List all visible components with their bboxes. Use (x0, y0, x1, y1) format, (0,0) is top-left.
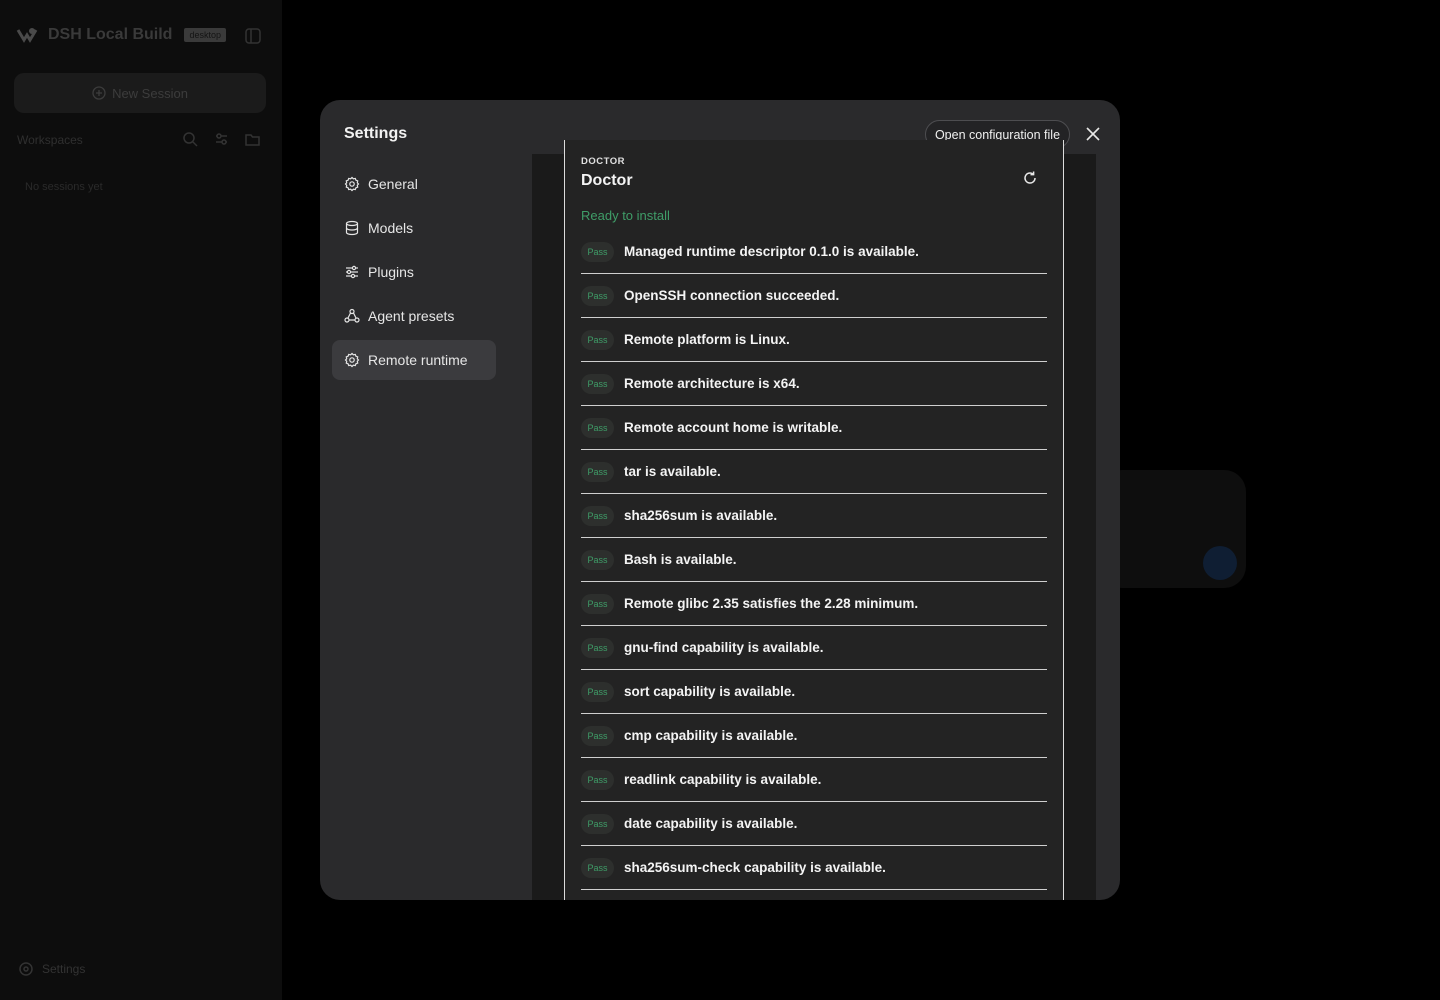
pass-badge: Pass (581, 725, 614, 746)
pass-badge: Pass (581, 593, 614, 614)
pass-badge: Pass (581, 417, 614, 438)
check-row: Pass cmp capability is available. (581, 714, 1047, 758)
brand-name: DSH Local Build (48, 26, 173, 43)
check-row: Pass sort capability is available. (581, 670, 1047, 714)
nav-item-label: Models (368, 220, 414, 236)
workspace-actions (182, 131, 261, 148)
check-row: Pass Remote platform is Linux. (581, 318, 1047, 362)
brand-badge: desktop (184, 28, 226, 42)
close-icon (1086, 127, 1100, 141)
pass-badge: Pass (581, 285, 614, 306)
check-text: readlink capability is available. (624, 772, 822, 787)
check-text: gnu-find capability is available. (624, 640, 824, 655)
check-row: Pass Managed runtime descriptor 0.1.0 is … (581, 230, 1047, 274)
pass-badge: Pass (581, 373, 614, 394)
check-text: tar is available. (624, 464, 721, 479)
new-session-button[interactable]: New Session (14, 73, 266, 113)
sidebar-settings-label: Settings (42, 962, 86, 976)
check-row: Pass Remote glibc 2.35 satisfies the 2.28… (581, 582, 1047, 626)
check-text: sha256sum is available. (624, 508, 778, 523)
brand-logo-icon (16, 28, 38, 43)
database-icon (344, 220, 360, 236)
plus-circle-icon (92, 86, 106, 100)
pass-badge: Pass (581, 549, 614, 570)
check-text: Remote platform is Linux. (624, 332, 790, 347)
settings-content[interactable]: Doctor Doctor Ready to install Pass Manag… (532, 140, 1096, 900)
pass-badge: Pass (581, 681, 614, 702)
check-text: Remote glibc 2.35 satisfies the 2.28 min… (624, 596, 919, 611)
workspaces-heading: Workspaces (17, 133, 83, 147)
check-text: cmp capability is available. (624, 728, 798, 743)
close-button[interactable] (1083, 124, 1103, 144)
send-button (1203, 546, 1237, 580)
pass-badge: Pass (581, 241, 614, 262)
check-text: OpenSSH connection succeeded. (624, 288, 840, 303)
check-row: Pass Remote architecture is x64. (581, 362, 1047, 406)
pass-badge: Pass (581, 637, 614, 658)
new-folder-icon[interactable] (244, 131, 261, 148)
gear-icon (19, 962, 33, 976)
nav-item-general[interactable]: General (332, 164, 496, 204)
check-text: Bash is available. (624, 552, 737, 567)
doctor-status: Ready to install (581, 208, 670, 223)
card-title: Doctor (581, 172, 633, 189)
gear-icon (344, 176, 360, 192)
nav-item-plugins[interactable]: Plugins (332, 252, 496, 292)
check-text: date capability is available. (624, 816, 798, 831)
presets-icon (344, 308, 360, 324)
nav-item-remote-runtime[interactable]: Remote runtime (332, 340, 496, 380)
check-text: sha256sum-check capability is available. (624, 860, 886, 875)
nav-item-label: Agent presets (368, 308, 455, 324)
settings-modal: Settings Open configuration file General (320, 100, 1120, 900)
filter-icon[interactable] (213, 131, 230, 148)
gear-icon (344, 352, 360, 368)
nav-item-agent-presets[interactable]: Agent presets (332, 296, 496, 336)
check-row: Pass date capability is available. (581, 802, 1047, 846)
pass-badge: Pass (581, 769, 614, 790)
check-text: Remote account home is writable. (624, 420, 843, 435)
pass-badge: Pass (581, 329, 614, 350)
card-eyebrow: Doctor (581, 156, 625, 167)
check-row: Pass OpenSSH connection succeeded. (581, 274, 1047, 318)
sidebar-toggle-icon[interactable] (244, 27, 262, 45)
modal-title: Settings (344, 125, 408, 142)
pass-badge: Pass (581, 505, 614, 526)
nav-item-models[interactable]: Models (332, 208, 496, 248)
search-icon[interactable] (182, 131, 199, 148)
empty-sessions-text: No sessions yet (25, 181, 103, 193)
check-row: Pass readlink capability is available. (581, 758, 1047, 802)
app-sidebar: DSH Local Build desktop New Session Work… (0, 0, 282, 1000)
pass-badge: Pass (581, 857, 614, 878)
refresh-icon (1024, 171, 1036, 184)
check-row: Pass sha256sum-check capability is availa… (581, 846, 1047, 890)
brand: DSH Local Build desktop (16, 26, 226, 44)
sidebar-settings-button[interactable]: Settings (18, 961, 85, 977)
check-row: Pass gnu-find capability is available. (581, 626, 1047, 670)
nav-item-label: General (368, 176, 418, 192)
check-text: Managed runtime descriptor 0.1.0 is avai… (624, 244, 919, 259)
nav-item-label: Plugins (368, 264, 414, 280)
settings-nav: General Models Plugins Agent presets Rem… (332, 164, 496, 384)
check-row: Pass Remote account home is writable. (581, 406, 1047, 450)
new-session-label: New Session (112, 85, 188, 101)
nav-item-label: Remote runtime (368, 352, 468, 368)
check-list: Pass Managed runtime descriptor 0.1.0 is … (581, 230, 1047, 890)
check-row: Pass sha256sum is available. (581, 494, 1047, 538)
check-text: Remote architecture is x64. (624, 376, 800, 391)
pass-badge: Pass (581, 813, 614, 834)
check-row: Pass tar is available. (581, 450, 1047, 494)
doctor-card: Doctor Doctor Ready to install Pass Manag… (564, 140, 1064, 900)
pass-badge: Pass (581, 461, 614, 482)
check-row: Pass Bash is available. (581, 538, 1047, 582)
sliders-icon (344, 264, 360, 280)
check-text: sort capability is available. (624, 684, 796, 699)
refresh-button[interactable] (1021, 169, 1039, 187)
